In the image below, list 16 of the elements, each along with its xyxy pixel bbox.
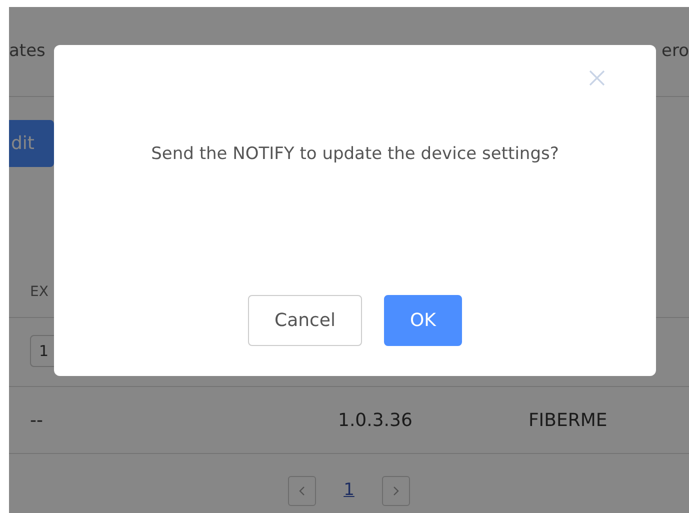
next-page-button[interactable] [382,476,410,506]
edit-button[interactable]: dit [9,120,54,167]
tab[interactable]: ates [9,38,46,64]
table-cell-text: -- [30,408,43,432]
column-header: EX [30,283,48,302]
tab[interactable]: ero [662,38,689,64]
dialog-message: Send the NOTIFY to update the device settings? [150,143,560,166]
ok-button[interactable]: OK [384,295,462,346]
table-cell-text: 1.0.3.36 [338,408,412,432]
close-button[interactable] [588,69,606,87]
table-cell-text: FIBERME [528,408,608,432]
chevron-left-icon [298,486,306,496]
previous-page-button[interactable] [288,476,316,506]
cancel-button[interactable]: Cancel [248,295,362,346]
page-link[interactable]: 1 [338,478,360,504]
chevron-right-icon [392,486,400,496]
